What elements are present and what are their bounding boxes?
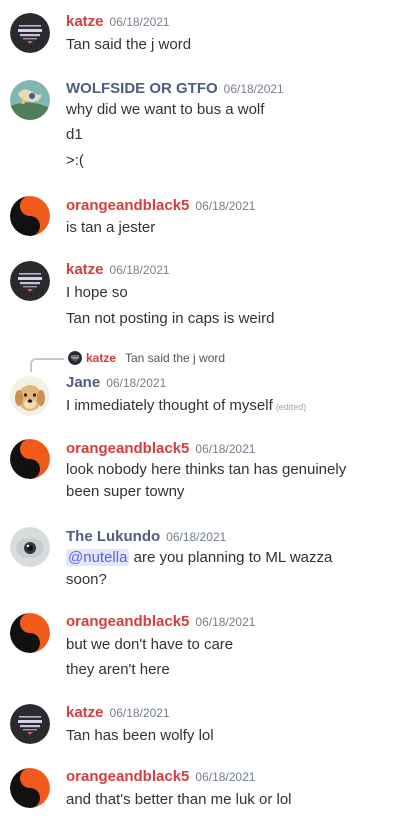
timestamp: 06/18/2021	[195, 615, 256, 629]
yin-yang-avatar-icon[interactable]	[10, 768, 50, 808]
message-text: look nobody here thinks tan has genuinel…	[66, 461, 347, 500]
message-header: The Lukundo 06/18/2021	[66, 527, 226, 547]
yin-yang-avatar-icon[interactable]	[10, 613, 50, 653]
katze-avatar-icon[interactable]	[10, 13, 50, 53]
timestamp: 06/18/2021	[109, 15, 170, 29]
author-name[interactable]: Jane	[66, 374, 100, 391]
message-text: Tan not posting in caps is weird	[66, 310, 275, 327]
author-name[interactable]: WOLFSIDE OR GTFO	[66, 80, 218, 97]
katze-avatar-icon[interactable]	[10, 261, 50, 301]
author-name[interactable]: katze	[66, 704, 104, 721]
reply-author[interactable]: katze	[86, 350, 116, 366]
timestamp: 06/18/2021	[109, 263, 170, 277]
timestamp: 06/18/2021	[106, 376, 167, 390]
timestamp: 06/18/2021	[166, 530, 227, 544]
message-header: orangeandblack5 06/18/2021	[66, 767, 255, 787]
reply-preview[interactable]: katze Tan said the j word	[30, 350, 410, 372]
timestamp: 06/18/2021	[195, 442, 256, 456]
timestamp: 06/18/2021	[195, 770, 256, 784]
message-text: >:(	[66, 152, 84, 169]
katze-avatar-icon	[68, 351, 82, 365]
reply-spine	[30, 358, 64, 372]
message-text: but we don't have to care	[66, 636, 234, 653]
message-header: katze 06/18/2021	[66, 12, 170, 32]
yin-yang-avatar-icon[interactable]	[10, 196, 50, 236]
message-header: orangeandblack5 06/18/2021	[66, 196, 255, 216]
message-text-content: I immediately thought of myself	[66, 397, 273, 414]
eye-avatar-icon[interactable]	[10, 527, 50, 567]
dog-avatar-icon[interactable]	[10, 376, 50, 416]
author-name[interactable]: orangeandblack5	[66, 440, 189, 457]
author-name[interactable]: The Lukundo	[66, 528, 160, 545]
message-header: orangeandblack5 06/18/2021	[66, 439, 255, 459]
message-header: Jane 06/18/2021	[66, 373, 166, 393]
message-text: why did we want to bus a wolf	[66, 101, 265, 118]
message-text: is tan a jester	[66, 219, 156, 236]
yin-yang-avatar-icon[interactable]	[10, 439, 50, 479]
message-text: I immediately thought of myself (edited)	[66, 395, 406, 418]
message-text: d1	[66, 126, 83, 143]
message-text: Tan has been wolfy lol	[66, 727, 214, 744]
message-header: katze 06/18/2021	[66, 260, 170, 280]
message-text: they aren't here	[66, 661, 170, 678]
message-header: katze 06/18/2021	[66, 703, 170, 723]
user-mention[interactable]: @nutella	[66, 549, 130, 566]
timestamp: 06/18/2021	[223, 82, 284, 96]
message-text: I hope so	[66, 284, 128, 301]
author-name[interactable]: orangeandblack5	[66, 613, 189, 630]
message-text: Tan said the j word	[66, 36, 192, 53]
author-name[interactable]: katze	[66, 261, 104, 278]
message-text: @nutella are you planning to ML wazza so…	[66, 547, 366, 591]
author-name[interactable]: orangeandblack5	[66, 197, 189, 214]
author-name[interactable]: katze	[66, 13, 104, 30]
message-header: WOLFSIDE OR GTFO 06/18/2021	[66, 79, 284, 99]
timestamp: 06/18/2021	[195, 199, 256, 213]
message-text: and that's better than me luk or lol	[66, 791, 292, 808]
katze-avatar-icon[interactable]	[10, 704, 50, 744]
message-feed: katze 06/18/2021 Tan said the j word WOLF…	[0, 0, 417, 823]
message-header: orangeandblack5 06/18/2021	[66, 612, 255, 632]
author-name[interactable]: orangeandblack5	[66, 768, 189, 785]
timestamp: 06/18/2021	[109, 706, 170, 720]
reply-text[interactable]: Tan said the j word	[125, 350, 225, 366]
wolfside-avatar-icon[interactable]	[10, 80, 50, 120]
edited-label: (edited)	[275, 402, 307, 412]
